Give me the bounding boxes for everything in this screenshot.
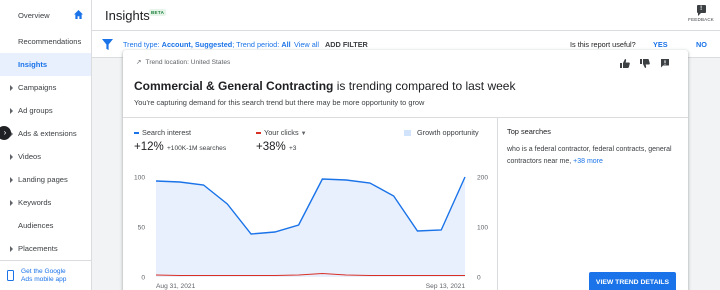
- expand-caret-icon: [10, 153, 13, 160]
- expand-caret-icon: [10, 107, 13, 114]
- divider: [497, 117, 498, 290]
- y-right-tick-label: 200: [477, 175, 488, 182]
- y-right-tick-label: 0: [477, 275, 481, 282]
- trend-chart: 100 50 0 200 100 0 Aug 31, 2021 Sep 13, 2021: [134, 175, 488, 290]
- add-filter-button[interactable]: ADD FILTER: [325, 40, 368, 49]
- mobile-app-link[interactable]: Get the Google Ads mobile app: [0, 260, 91, 290]
- trend-filter[interactable]: Trend type: Account, Suggested; Trend pe…: [123, 40, 291, 49]
- header: Insights BETA ! FEEDBACK: [92, 0, 720, 31]
- expand-caret-icon: [10, 245, 13, 252]
- home-icon: [74, 10, 83, 19]
- comment-icon[interactable]: [660, 55, 670, 68]
- x-tick-label: Aug 31, 2021: [156, 283, 196, 290]
- sidebar-item-label: Ad groups: [18, 106, 53, 115]
- expand-caret-icon: [10, 176, 13, 183]
- y-left-tick-label: 100: [134, 175, 145, 182]
- top-searches-more-link[interactable]: +38 more: [573, 158, 603, 165]
- feedback-icon: !: [696, 5, 706, 16]
- sidebar-item-label: Keywords: [18, 198, 52, 207]
- sidebar-item-label: Videos: [18, 152, 42, 161]
- view-all-link[interactable]: View all: [294, 40, 319, 49]
- sidebar-item-label: Campaigns: [18, 83, 57, 92]
- top-searches-title: Top searches: [507, 127, 551, 136]
- feedback-label: FEEDBACK: [688, 17, 714, 22]
- sidebar-item-label: Placements: [18, 244, 58, 253]
- sidebar-item-audiences[interactable]: Audiences: [0, 214, 91, 237]
- view-trend-details-button[interactable]: VIEW TREND DETAILS: [589, 272, 676, 290]
- useful-no-button[interactable]: NO: [696, 40, 707, 49]
- page-title: Insights: [105, 8, 150, 23]
- sidebar-item-label: Recommendations: [18, 37, 82, 46]
- thumbs-up-icon[interactable]: [620, 55, 630, 68]
- y-right-tick-label: 100: [477, 225, 488, 232]
- sidebar-item-insights[interactable]: Insights: [0, 53, 91, 76]
- sidebar-item-label: Audiences: [18, 221, 54, 230]
- sidebar-item-campaigns[interactable]: Campaigns: [0, 76, 91, 99]
- beta-badge: BETA: [149, 9, 167, 16]
- useful-yes-button[interactable]: YES: [653, 40, 668, 49]
- trend-type-label: Trend type:: [123, 40, 162, 49]
- sidebar: Overview Recommendations Insights Campaigns…: [0, 0, 92, 290]
- expand-caret-icon: [10, 199, 13, 206]
- y-left-tick-label: 0: [141, 275, 145, 282]
- sidebar-item-label: Landing pages: [18, 175, 68, 184]
- sidebar-item-placements[interactable]: Placements: [0, 237, 91, 260]
- phone-icon: [7, 270, 14, 281]
- sidebar-item-label: Insights: [18, 60, 48, 69]
- trend-type-value: Account, Suggested: [161, 40, 233, 49]
- sidebar-item-overview[interactable]: Overview: [0, 0, 91, 30]
- search-interest-area: [156, 177, 465, 277]
- mobile-app-label: Get the Google Ads mobile app: [21, 268, 66, 284]
- expand-caret-icon: [10, 84, 13, 91]
- sidebar-item-videos[interactable]: Videos: [0, 145, 91, 168]
- y-left-tick-label: 50: [138, 225, 146, 232]
- top-searches-list: who is a federal contractor, federal con…: [507, 144, 687, 167]
- feedback-button[interactable]: ! FEEDBACK: [688, 5, 714, 22]
- x-tick-label: Sep 13, 2021: [426, 283, 466, 290]
- sidebar-item-ad-groups[interactable]: Ad groups: [0, 99, 91, 122]
- sidebar-item-recommendations[interactable]: Recommendations: [0, 30, 91, 53]
- trend-period-value: All: [281, 40, 291, 49]
- sidebar-item-label: Ads & extensions: [18, 129, 77, 138]
- sidebar-item-keywords[interactable]: Keywords: [0, 191, 91, 214]
- sidebar-item-landing-pages[interactable]: Landing pages: [0, 168, 91, 191]
- mobile-app-line1: Get the Google: [21, 267, 66, 275]
- card-actions: [620, 55, 680, 68]
- trend-period-label: ; Trend period:: [232, 40, 282, 49]
- mobile-app-line2: Ads mobile app: [21, 275, 67, 283]
- sidebar-item-ads-extensions[interactable]: Ads & extensions: [0, 122, 91, 145]
- sidebar-item-label: Overview: [18, 10, 50, 20]
- filter-icon[interactable]: [102, 39, 113, 50]
- thumbs-down-icon[interactable]: [640, 55, 650, 68]
- report-useful-question: Is this report useful?: [570, 40, 636, 49]
- insight-card: ↗ Trend location: United States Commercia…: [123, 50, 688, 290]
